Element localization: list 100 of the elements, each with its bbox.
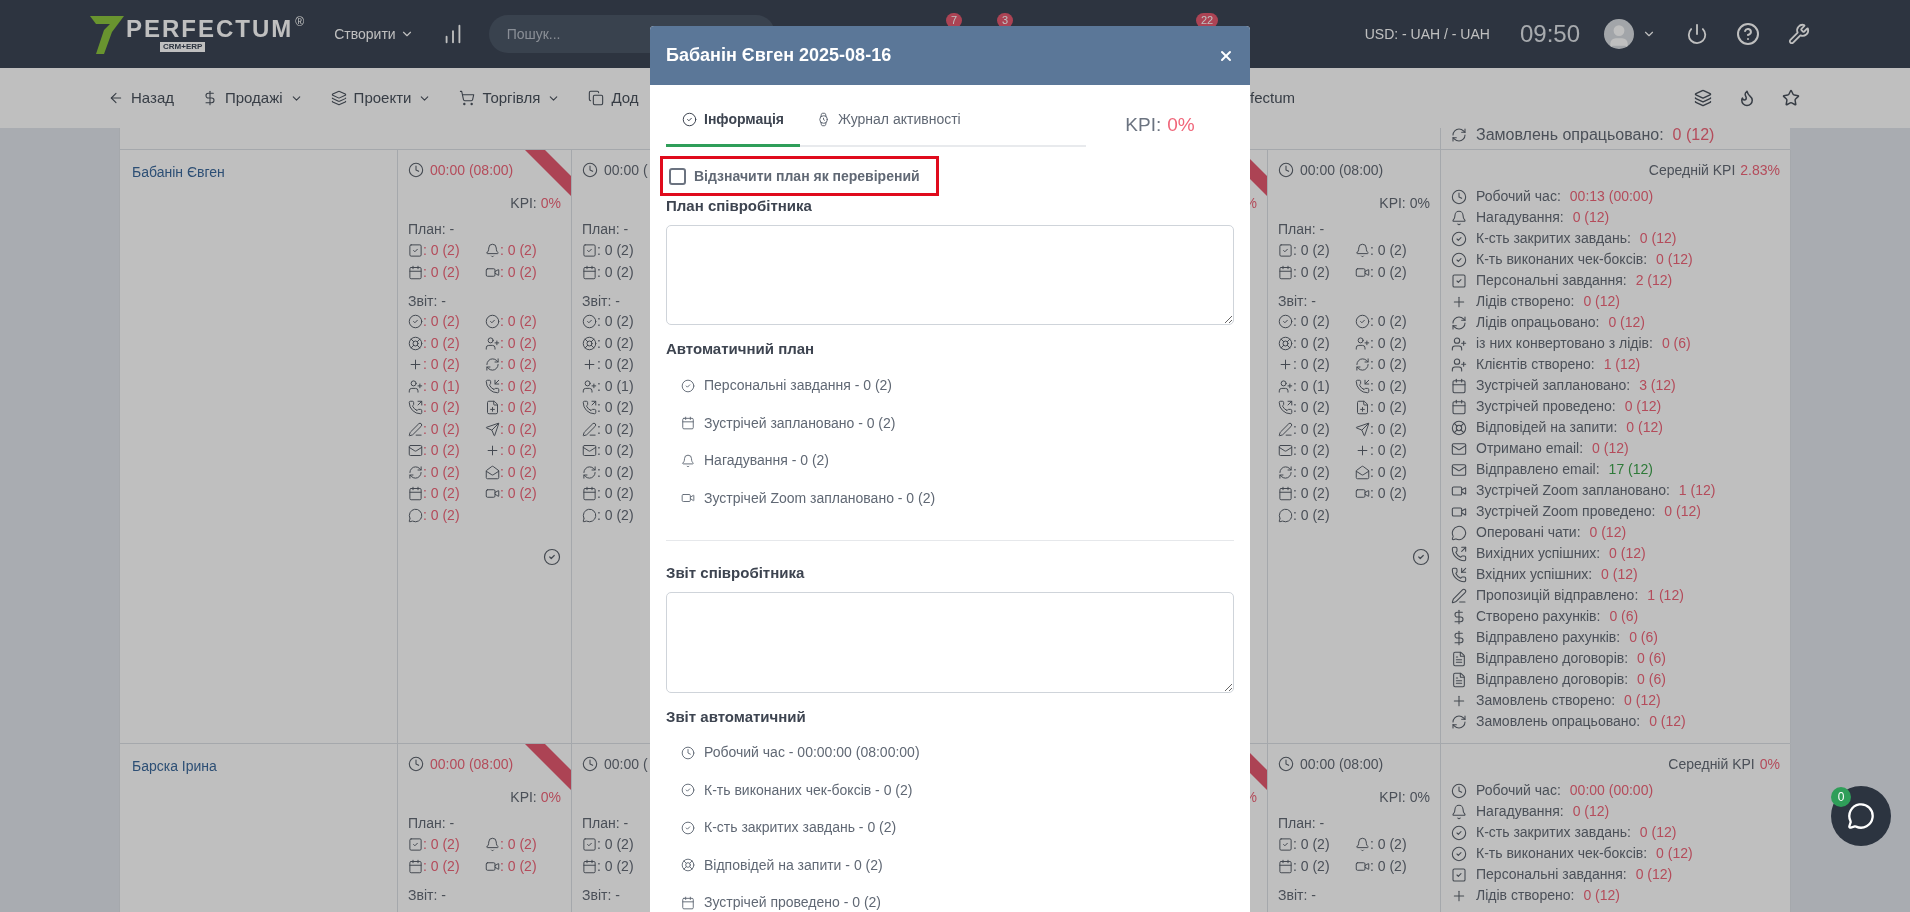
kpi-label: KPI: bbox=[1379, 193, 1406, 213]
metric-value: 0 (12) bbox=[1624, 397, 1662, 416]
refresh-icon bbox=[485, 357, 500, 373]
star-icon[interactable] bbox=[1782, 89, 1800, 107]
metric-value: : 0 (2) bbox=[597, 484, 634, 504]
tab[interactable]: Інформація bbox=[666, 95, 800, 147]
metric-value: : 0 (2) bbox=[1370, 376, 1407, 396]
layers-icon[interactable] bbox=[1694, 89, 1712, 107]
layers-icon bbox=[330, 90, 347, 106]
nav-menu-item[interactable]: Проекти bbox=[330, 86, 432, 110]
flame-icon[interactable] bbox=[1738, 89, 1756, 107]
metric-label: Відправлено рахунків: bbox=[1476, 628, 1621, 647]
user-plus-icon bbox=[1278, 378, 1293, 394]
check-circle-icon bbox=[1451, 251, 1467, 268]
report-item: К-сть закритих завдань - 0 (2) bbox=[704, 818, 897, 838]
metric-label: Відправлено email: bbox=[1476, 460, 1600, 479]
refresh-icon bbox=[1278, 464, 1293, 480]
metric-value: 0 (12) bbox=[1664, 502, 1701, 521]
metric-value: 0 (6) bbox=[1661, 334, 1691, 353]
checkbox-icon bbox=[582, 836, 597, 852]
metric-value: : 0 (2) bbox=[1293, 419, 1330, 439]
nav-menu-item[interactable]: Дод bbox=[588, 86, 639, 110]
check-circle-icon bbox=[1451, 824, 1467, 841]
power-icon[interactable] bbox=[1686, 23, 1708, 45]
metric-value: : 0 (2) bbox=[423, 856, 460, 876]
plan-label: План: - bbox=[1278, 813, 1325, 833]
kpi-value: 0% bbox=[540, 193, 561, 213]
plan-item: Персональні завдання - 0 (2) bbox=[704, 376, 892, 396]
check-circle-icon bbox=[681, 820, 695, 835]
metric-value: : 0 (2) bbox=[1293, 240, 1330, 260]
metric-value: : 0 (2) bbox=[1293, 856, 1330, 876]
metric-label: Створено рахунків: bbox=[1476, 607, 1601, 626]
metric-value: : 0 (2) bbox=[1370, 262, 1407, 282]
employee-link[interactable]: Барска Ірина bbox=[132, 758, 217, 774]
metric-label: Вхідних успішних: bbox=[1476, 565, 1593, 584]
metric-value: : 0 (2) bbox=[423, 834, 460, 854]
metric-label: Нагадування: bbox=[1476, 208, 1564, 227]
average-kpi-value: 0% bbox=[1759, 754, 1780, 774]
metric-value: : 0 (2) bbox=[1370, 462, 1407, 482]
metric-value: 0 (12) bbox=[1572, 802, 1610, 821]
metric-value: : 0 (2) bbox=[1293, 834, 1330, 854]
clock-time: 09:50 bbox=[1519, 19, 1580, 49]
checkbox-icon bbox=[1451, 272, 1467, 289]
work-time: 00:00 (08:00) bbox=[1300, 160, 1384, 180]
kpi-label: KPI: bbox=[510, 787, 537, 807]
logo-text: PERFECTUM bbox=[126, 16, 294, 42]
metric-value: 0 (12) bbox=[1649, 712, 1686, 731]
section-heading: План співробітника bbox=[666, 195, 812, 216]
plan-item: Зустрічей Zoom заплановано - 0 (2) bbox=[704, 488, 936, 508]
metric-value: : 0 (2) bbox=[1370, 333, 1407, 353]
kpi-value: 0% bbox=[1167, 112, 1195, 137]
clock-icon bbox=[1278, 162, 1294, 178]
checkbox-label[interactable]: Відзначити план як перевірений bbox=[694, 165, 920, 187]
avatar[interactable] bbox=[1604, 19, 1634, 49]
metric-value: 0 (12) bbox=[1656, 844, 1693, 863]
create-menu[interactable]: Створити bbox=[334, 23, 414, 45]
bell-icon bbox=[485, 836, 500, 852]
plan-label: План: - bbox=[582, 219, 629, 239]
kpi-label: KPI: bbox=[1379, 787, 1406, 807]
bell-icon bbox=[1451, 209, 1467, 226]
metric-value: : 0 (2) bbox=[1293, 484, 1330, 504]
logo-icon bbox=[90, 14, 124, 54]
checkbox[interactable] bbox=[669, 167, 686, 185]
metric-value: : 0 (2) bbox=[1293, 355, 1330, 375]
verify-icon[interactable] bbox=[1412, 548, 1430, 566]
plus-icon bbox=[408, 357, 423, 373]
calendar-icon bbox=[1451, 398, 1467, 415]
open-envelope-icon bbox=[1355, 464, 1370, 480]
metric-value: : 0 (2) bbox=[1293, 262, 1330, 282]
bell-icon bbox=[485, 242, 500, 258]
metric-value: 0 (12) bbox=[1626, 418, 1663, 437]
nav-menu-item[interactable]: Торгівля bbox=[459, 86, 561, 110]
nav-menu-item[interactable]: Продажі bbox=[202, 86, 303, 110]
metric-value: 0 (12) bbox=[1656, 250, 1693, 269]
metric-value: : 0 (2) bbox=[1370, 419, 1407, 439]
tab[interactable]: Журнал активності bbox=[799, 95, 977, 147]
dollar-icon bbox=[202, 90, 218, 106]
metric-value: : 0 (2) bbox=[1370, 398, 1407, 418]
metric-value: : 0 (2) bbox=[500, 419, 537, 439]
metric-value: 0 (12) bbox=[1624, 691, 1661, 710]
help-icon[interactable] bbox=[1736, 22, 1760, 46]
bell-icon bbox=[1451, 803, 1467, 820]
verify-icon[interactable] bbox=[543, 548, 561, 566]
user-plus-icon bbox=[485, 335, 500, 351]
metric-value: : 0 (2) bbox=[597, 312, 634, 332]
metric-value: : 0 (2) bbox=[1293, 312, 1330, 332]
chat-button[interactable] bbox=[1831, 786, 1891, 846]
employee-link[interactable]: Бабанін Євген bbox=[132, 164, 225, 180]
settings-icon[interactable] bbox=[1788, 23, 1810, 45]
metric-value: : 0 (2) bbox=[500, 462, 537, 482]
average-kpi-label: Середній KPI bbox=[1668, 754, 1755, 774]
nav-menu-item[interactable]: Назад bbox=[108, 86, 174, 110]
registered-mark: ® bbox=[295, 16, 305, 28]
clock-icon bbox=[582, 162, 598, 178]
metric-label: Оперовані чати: bbox=[1476, 523, 1581, 542]
average-kpi-label: Середній KPI bbox=[1648, 160, 1736, 180]
metric-value: : 0 (2) bbox=[500, 484, 537, 504]
calendar-icon bbox=[1451, 377, 1467, 394]
kpi-label: KPI: bbox=[510, 193, 537, 213]
phone-outgoing-icon bbox=[1451, 545, 1467, 562]
